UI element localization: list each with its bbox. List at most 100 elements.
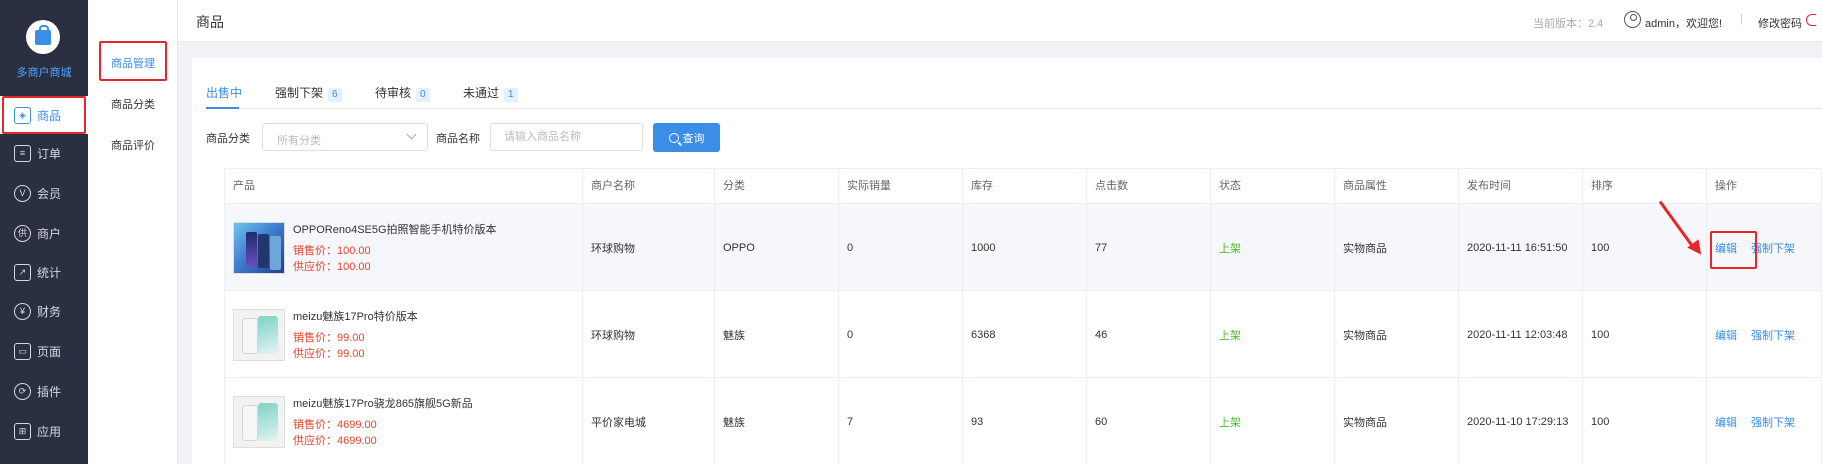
status-cell: 上架 [1211, 378, 1335, 464]
sidebar-item-statistics[interactable]: ↗ 统计 [0, 253, 88, 291]
subnav-item-goods-review[interactable]: 商品评价 [88, 137, 178, 153]
column-header-merchant: 商户名称 [583, 169, 715, 203]
sort-cell: 100 [1583, 291, 1707, 378]
table-row: meizu魅族17Pro骁龙865旗舰5G新品 销售价：4699.00 供应价：… [225, 377, 1821, 464]
search-icon [668, 132, 679, 143]
product-cell: OPPOReno4SE5G拍照智能手机特价版本 销售价：100.00 供应价：1… [225, 204, 583, 291]
main-sidebar: 多商户商城 ◈ 商品 ≡ 订单 V 会员 供 商户 ↗ 统计 ¥ 财务 ▭ 页面… [0, 0, 88, 464]
publish-time-cell: 2020-11-11 16:51:50 [1459, 204, 1583, 291]
clicks-cell: 77 [1087, 204, 1211, 291]
app-name: 多商户商城 [16, 67, 72, 79]
status-cell: 上架 [1211, 204, 1335, 291]
sidebar-item-merchants[interactable]: 供 商户 [0, 214, 88, 252]
page-icon: ▭ [14, 342, 31, 360]
tab-count-badge: 0 [416, 88, 430, 102]
stock-cell: 93 [963, 378, 1087, 464]
force-off-shelf-link[interactable]: 强制下架 [1751, 327, 1795, 343]
product-name: meizu魅族17Pro特价版本 [293, 310, 418, 323]
tab-active-indicator [206, 107, 239, 109]
column-header-stock: 库存 [963, 169, 1087, 203]
product-image[interactable] [233, 308, 285, 361]
column-header-actions: 操作 [1715, 180, 1737, 192]
tab-on-sale[interactable]: 出售中 [206, 84, 242, 101]
stock-cell: 1000 [963, 204, 1087, 291]
page-title: 商品 [196, 14, 224, 30]
category-cell: OPPO [715, 204, 839, 291]
sidebar-item-label: 插件 [37, 384, 62, 399]
sidebar-item-label: 会员 [37, 186, 62, 201]
merchant-cell: 平价家电城 [583, 378, 715, 464]
query-button-label: 查询 [682, 132, 705, 145]
version-text: 当前版本：2.4 [1533, 18, 1604, 30]
product-image[interactable] [233, 395, 285, 448]
product-name: OPPOReno4SE5G拍照智能手机特价版本 [293, 223, 497, 236]
column-header-publish-time: 发布时间 [1459, 169, 1583, 203]
name-filter-label: 商品名称 [436, 133, 480, 145]
publish-time-cell: 2020-11-10 17:29:13 [1459, 378, 1583, 464]
tab-count-badge: 6 [328, 88, 342, 102]
logout-icon[interactable] [1806, 14, 1816, 26]
publish-time-cell: 2020-11-11 12:03:48 [1459, 291, 1583, 378]
actions-cell: 编辑 强制下架 [1707, 291, 1821, 378]
force-off-shelf-link[interactable]: 强制下架 [1751, 414, 1795, 430]
column-header-category: 分类 [715, 169, 839, 203]
tab-label: 待审核 [375, 86, 412, 100]
actions-cell: 编辑 强制下架 [1707, 378, 1821, 464]
sidebar-item-apps[interactable]: ⊞ 应用 [0, 412, 88, 450]
user-icon[interactable] [1624, 11, 1641, 28]
clicks-cell: 60 [1087, 378, 1211, 464]
sidebar-item-label: 财务 [37, 304, 62, 319]
category-select[interactable]: 所有分类 [262, 123, 428, 151]
merchant-cell: 环球购物 [583, 291, 715, 378]
sidebar-item-label: 应用 [37, 424, 62, 439]
product-name: meizu魅族17Pro骁龙865旗舰5G新品 [293, 397, 473, 410]
sort-cell: 100 [1583, 378, 1707, 464]
sidebar-item-pages[interactable]: ▭ 页面 [0, 332, 88, 370]
column-header-clicks: 点击数 [1087, 169, 1211, 203]
top-header: 商品 当前版本：2.4 admin，欢迎您! | 修改密码 [178, 0, 1822, 42]
sidebar-item-finance[interactable]: ¥ 财务 [0, 292, 88, 330]
vip-icon: V [14, 184, 31, 202]
status-cell: 上架 [1211, 291, 1335, 378]
apps-icon: ⊞ [14, 422, 31, 440]
merchant-icon: 供 [14, 224, 31, 242]
shop-logo-icon[interactable] [26, 20, 60, 54]
header-separator: | [1740, 13, 1743, 25]
attribute-cell: 实物商品 [1335, 378, 1459, 464]
sale-price: 销售价：100.00 [293, 244, 371, 257]
merchant-cell: 环球购物 [583, 204, 715, 291]
product-image[interactable] [233, 221, 285, 274]
sidebar-item-label: 页面 [37, 344, 62, 359]
sidebar-item-orders[interactable]: ≡ 订单 [0, 134, 88, 172]
edit-link[interactable]: 编辑 [1715, 327, 1737, 343]
force-off-shelf-link[interactable]: 强制下架 [1751, 240, 1795, 256]
tab-forced-off[interactable]: 强制下架 6 [275, 84, 342, 102]
stock-cell: 6368 [963, 291, 1087, 378]
query-button[interactable]: 查询 [653, 123, 720, 152]
chart-icon: ↗ [14, 263, 31, 281]
tab-label: 强制下架 [275, 86, 324, 100]
product-name-input[interactable] [490, 123, 643, 151]
tab-pending-review[interactable]: 待审核 0 [375, 84, 430, 102]
supply-price: 供应价：4699.00 [293, 434, 377, 447]
sale-price: 销售价：99.00 [293, 331, 365, 344]
tab-label: 未通过 [463, 86, 500, 100]
highlight-box-goods-management [99, 41, 167, 81]
clipboard-icon: ≡ [14, 144, 31, 162]
subnav-item-goods-category[interactable]: 商品分类 [88, 96, 178, 112]
sidebar-item-label: 统计 [37, 265, 62, 280]
goods-table: 产品 商户名称 分类 实际销量 库存 点击数 状态 商品属性 发布时间 排序 操… [224, 168, 1822, 464]
tab-label: 出售中 [206, 86, 243, 100]
column-header-sort: 排序 [1583, 169, 1707, 203]
sidebar-item-label: 商户 [37, 226, 62, 241]
column-header-product: 产品 [225, 169, 583, 203]
yen-icon: ¥ [14, 302, 31, 320]
change-password-link[interactable]: 修改密码 [1758, 15, 1802, 31]
welcome-text[interactable]: admin，欢迎您! [1645, 15, 1722, 31]
sidebar-item-plugins[interactable]: ⟳ 插件 [0, 372, 88, 410]
highlight-box-goods-nav [2, 96, 86, 134]
attribute-cell: 实物商品 [1335, 291, 1459, 378]
edit-link[interactable]: 编辑 [1715, 414, 1737, 430]
sidebar-item-members[interactable]: V 会员 [0, 174, 88, 212]
tab-rejected[interactable]: 未通过 1 [463, 84, 518, 102]
